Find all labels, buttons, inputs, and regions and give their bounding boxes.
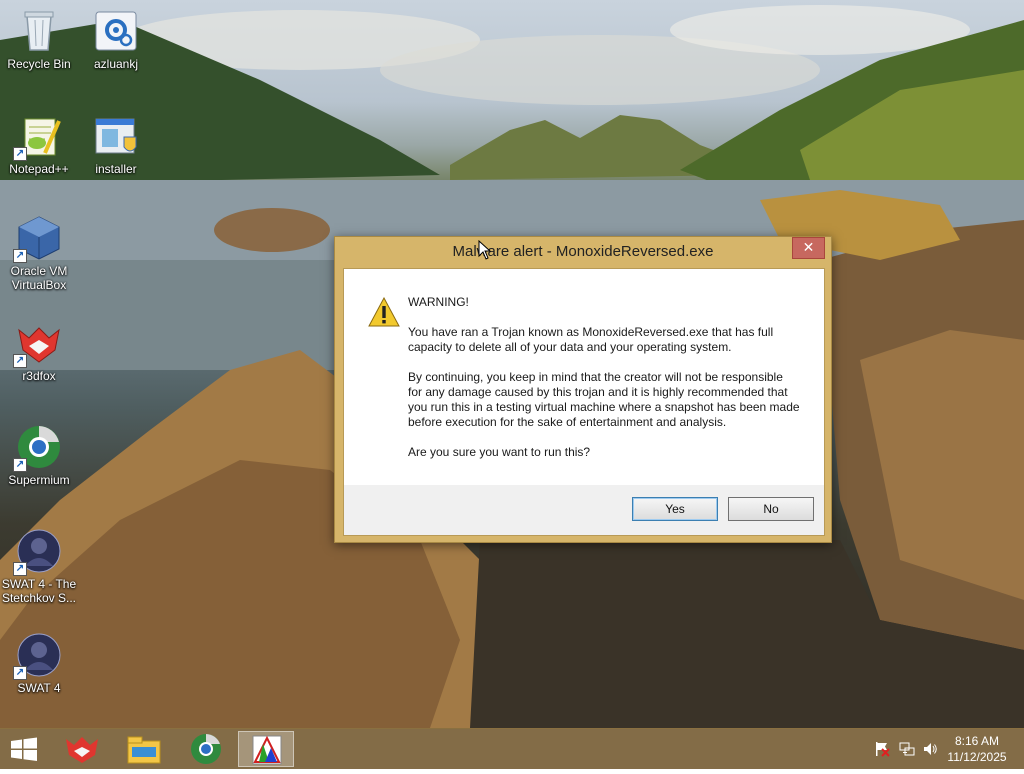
volume-icon[interactable]: [922, 741, 938, 757]
desktop-icon-label: Notepad++: [9, 162, 69, 176]
installer-icon: [92, 113, 140, 159]
desktop-icon-label: SWAT 4 - The Stetchkov S...: [1, 577, 77, 605]
taskbar: 8:16 AM 11/12/2025: [0, 728, 1024, 769]
clock-date: 11/12/2025: [947, 750, 1007, 764]
desktop-icon-installer[interactable]: installer: [78, 113, 154, 176]
clock-time: 8:16 AM: [954, 734, 1000, 748]
desktop: Recycle Bin azluankj ↗ Notepad++ install…: [0, 0, 1024, 728]
windows-logo-icon: [11, 737, 37, 761]
desktop-icon-supermium[interactable]: ↗ Supermium: [1, 424, 77, 487]
dialog-body: WARNING! You have ran a Trojan known as …: [344, 269, 824, 485]
supermium-icon: [191, 734, 221, 764]
network-icon[interactable]: [899, 741, 915, 757]
yes-button[interactable]: Yes: [632, 497, 718, 521]
desktop-icon-azluankj[interactable]: azluankj: [78, 8, 154, 71]
desktop-icon-r3dfox[interactable]: ↗ r3dfox: [1, 320, 77, 383]
dialog-titlebar[interactable]: Malware alert - MonoxideReversed.exe ✕: [335, 237, 831, 267]
shortcut-arrow-icon: ↗: [13, 354, 27, 368]
dialog-title: Malware alert - MonoxideReversed.exe: [452, 243, 714, 260]
desktop-icon-virtualbox[interactable]: ↗ Oracle VM VirtualBox: [1, 215, 77, 292]
recycle-bin-icon: [15, 8, 63, 54]
taskbar-supermium[interactable]: [178, 731, 234, 767]
swat4-expansion-icon: ↗: [13, 528, 63, 576]
warning-icon: [368, 297, 400, 327]
r3dfox-icon: [66, 737, 98, 763]
swat4-icon: ↗: [13, 632, 63, 680]
desktop-icon-recycle-bin[interactable]: Recycle Bin: [1, 8, 77, 71]
taskbar-clock[interactable]: 8:16 AM 11/12/2025: [942, 733, 1012, 765]
desktop-icon-label: Recycle Bin: [7, 57, 71, 71]
desktop-icon-swat4-expansion[interactable]: ↗ SWAT 4 - The Stetchkov S...: [1, 528, 77, 605]
warning-paragraph-2: By continuing, you keep in mind that the…: [408, 370, 800, 429]
desktop-icon-swat4[interactable]: ↗ SWAT 4: [1, 632, 77, 695]
shortcut-arrow-icon: ↗: [13, 666, 27, 680]
desktop-icon-label: Supermium: [8, 473, 70, 487]
supermium-icon: ↗: [13, 424, 63, 472]
r3dfox-icon: ↗: [13, 320, 63, 368]
file-explorer-icon: [127, 736, 161, 764]
mouse-cursor-icon: [478, 240, 492, 260]
confirmation-question: Are you sure you want to run this?: [408, 445, 591, 459]
start-button[interactable]: [0, 729, 48, 769]
dialog-button-bar: Yes No: [344, 485, 824, 535]
desktop-icon-label: SWAT 4: [17, 681, 61, 695]
action-center-flag-icon[interactable]: [874, 741, 890, 757]
settings-app-icon: [92, 8, 140, 54]
virtualbox-icon: ↗: [13, 215, 63, 263]
desktop-icon-label: azluankj: [93, 57, 139, 71]
shortcut-arrow-icon: ↗: [13, 147, 27, 161]
warning-heading: WARNING!: [408, 295, 469, 309]
notepad-plus-plus-icon: ↗: [13, 113, 63, 161]
warning-paragraph-1: You have ran a Trojan known as MonoxideR…: [408, 325, 774, 354]
shortcut-arrow-icon: ↗: [13, 458, 27, 472]
desktop-icon-label: r3dfox: [22, 369, 56, 383]
close-button[interactable]: ✕: [792, 237, 825, 259]
desktop-icon-label: Oracle VM VirtualBox: [10, 264, 68, 292]
desktop-icon-notepad-plus-plus[interactable]: ↗ Notepad++: [1, 113, 77, 176]
shortcut-arrow-icon: ↗: [13, 249, 27, 263]
dialog-client-area: WARNING! You have ran a Trojan known as …: [343, 268, 825, 536]
taskbar-monoxide-app[interactable]: [238, 731, 294, 767]
taskbar-r3dfox[interactable]: [54, 731, 110, 767]
malware-alert-dialog: Malware alert - MonoxideReversed.exe ✕ W…: [334, 236, 832, 543]
desktop-icon-label: installer: [95, 162, 137, 176]
monoxide-app-icon: [252, 735, 282, 765]
taskbar-file-explorer[interactable]: [116, 731, 172, 767]
no-button[interactable]: No: [728, 497, 814, 521]
shortcut-arrow-icon: ↗: [13, 562, 27, 576]
